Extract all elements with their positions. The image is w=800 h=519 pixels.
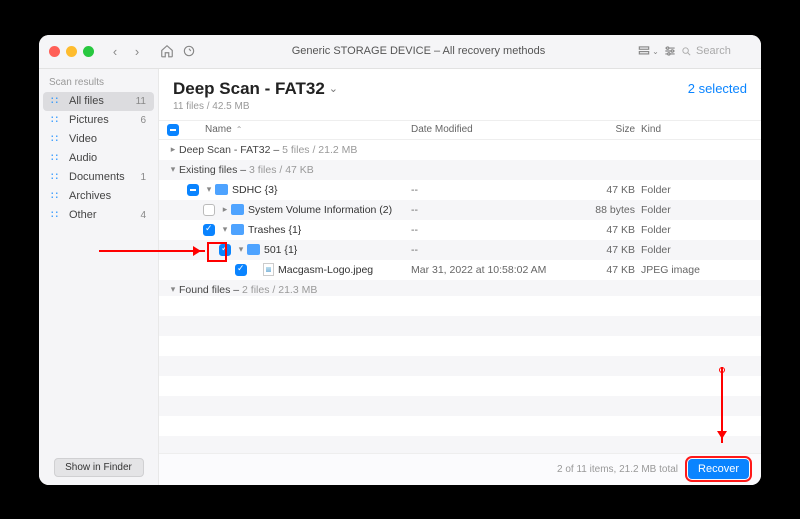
forward-button[interactable]: ›: [126, 40, 148, 62]
row-checkbox[interactable]: [203, 224, 215, 236]
selected-count: 2 selected: [688, 81, 747, 96]
category-icon: ∷: [51, 171, 64, 184]
file-row[interactable]: ▸System Volume Information (2)--88 bytes…: [159, 200, 761, 220]
close-window-button[interactable]: [49, 46, 60, 57]
recover-button[interactable]: Recover: [688, 459, 749, 479]
content-area: Scan results ∷All files11∷Pictures6∷Vide…: [39, 69, 761, 485]
annotation-arrow-down: [721, 367, 723, 443]
image-file-icon: [263, 263, 274, 276]
table-header: Name ⌃ Date Modified Size Kind: [159, 120, 761, 140]
result-title: Deep Scan - FAT32: [173, 79, 325, 99]
file-row[interactable]: ▾SDHC {3}--47 KBFolder: [159, 180, 761, 200]
sidebar: Scan results ∷All files11∷Pictures6∷Vide…: [39, 69, 159, 485]
home-icon[interactable]: [156, 40, 178, 62]
search-field[interactable]: Search: [681, 45, 751, 57]
row-checkbox[interactable]: [203, 204, 215, 216]
fullscreen-window-button[interactable]: [83, 46, 94, 57]
row-checkbox[interactable]: [187, 184, 199, 196]
titlebar: ‹ › Generic STORAGE DEVICE – All recover…: [39, 35, 761, 69]
select-all-checkbox[interactable]: [167, 124, 179, 136]
folder-icon: [215, 184, 228, 195]
main-panel: Deep Scan - FAT32 ⌄ 2 selected 11 files …: [159, 69, 761, 485]
folder-icon: [231, 204, 244, 215]
row-checkbox[interactable]: [235, 264, 247, 276]
table-body: ▸Deep Scan - FAT32 – 5 files / 21.2 MB▾E…: [159, 140, 761, 297]
filter-button[interactable]: [659, 40, 681, 62]
sidebar-heading: Scan results: [39, 75, 158, 92]
disclosure-triangle-icon[interactable]: ▾: [167, 284, 179, 295]
folder-icon: [247, 244, 260, 255]
chevron-down-icon[interactable]: ⌄: [329, 82, 338, 95]
row-checkbox[interactable]: [219, 244, 231, 256]
search-placeholder: Search: [696, 45, 731, 57]
column-size[interactable]: Size: [581, 124, 641, 135]
disclosure-triangle-icon[interactable]: ▸: [167, 144, 179, 155]
disclosure-triangle-icon[interactable]: ▸: [219, 204, 231, 215]
sidebar-item-video[interactable]: ∷Video: [43, 130, 154, 149]
column-kind[interactable]: Kind: [641, 124, 761, 135]
category-icon: ∷: [51, 152, 64, 165]
rescan-icon[interactable]: [178, 40, 200, 62]
sidebar-item-all-files[interactable]: ∷All files11: [43, 92, 154, 111]
footer-status: 2 of 11 items, 21.2 MB total: [557, 464, 678, 475]
footer: 2 of 11 items, 21.2 MB total Recover: [159, 453, 761, 485]
minimize-window-button[interactable]: [66, 46, 77, 57]
sidebar-item-archives[interactable]: ∷Archives: [43, 187, 154, 206]
disclosure-triangle-icon[interactable]: ▾: [219, 224, 231, 235]
app-window: ‹ › Generic STORAGE DEVICE – All recover…: [39, 35, 761, 485]
sidebar-item-pictures[interactable]: ∷Pictures6: [43, 111, 154, 130]
show-in-finder-button[interactable]: Show in Finder: [54, 458, 144, 477]
category-icon: ∷: [51, 190, 64, 203]
window-controls: [49, 46, 94, 57]
back-button[interactable]: ‹: [104, 40, 126, 62]
file-row[interactable]: ▾Trashes {1}--47 KBFolder: [159, 220, 761, 240]
section-row[interactable]: ▾Found files – 2 files / 21.3 MB: [159, 280, 761, 297]
disclosure-triangle-icon[interactable]: ▾: [167, 164, 179, 175]
column-date[interactable]: Date Modified: [411, 124, 581, 135]
annotation-arrow-left: [99, 250, 205, 252]
disclosure-triangle-icon[interactable]: ▾: [235, 244, 247, 255]
empty-rows: [159, 296, 761, 453]
section-row[interactable]: ▸Deep Scan - FAT32 – 5 files / 21.2 MB: [159, 140, 761, 160]
sort-indicator-icon: ⌃: [236, 125, 243, 134]
category-icon: ∷: [51, 114, 64, 127]
column-name[interactable]: Name ⌃: [199, 124, 411, 135]
sidebar-item-documents[interactable]: ∷Documents1: [43, 168, 154, 187]
folder-icon: [231, 224, 244, 235]
result-header: Deep Scan - FAT32 ⌄ 2 selected: [159, 69, 761, 101]
category-icon: ∷: [51, 95, 64, 108]
file-row[interactable]: Macgasm-Logo.jpegMar 31, 2022 at 10:58:0…: [159, 260, 761, 280]
section-row[interactable]: ▾Existing files – 3 files / 47 KB: [159, 160, 761, 180]
category-icon: ∷: [51, 133, 64, 146]
file-row[interactable]: ▾501 {1}--47 KBFolder: [159, 240, 761, 260]
result-subtitle: 11 files / 42.5 MB: [159, 101, 761, 120]
view-mode-button[interactable]: ⌄: [637, 40, 659, 62]
window-title: Generic STORAGE DEVICE – All recovery me…: [200, 45, 637, 57]
category-icon: ∷: [51, 209, 64, 222]
disclosure-triangle-icon[interactable]: ▾: [203, 184, 215, 195]
sidebar-item-other[interactable]: ∷Other4: [43, 206, 154, 225]
sidebar-item-audio[interactable]: ∷Audio: [43, 149, 154, 168]
